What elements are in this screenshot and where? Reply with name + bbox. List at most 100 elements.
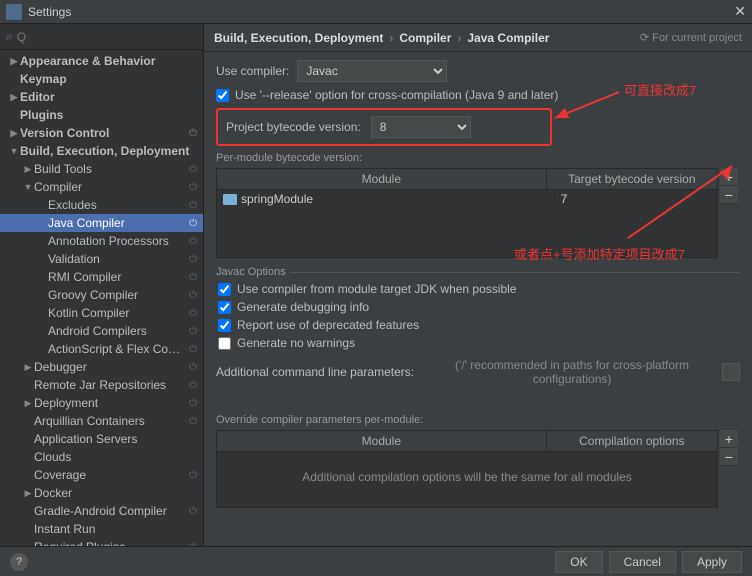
- tree-node[interactable]: ActionScript & Flex Compiler⏻: [0, 340, 203, 358]
- tree-node-label: Plugins: [20, 108, 197, 122]
- override-label: Override compiler parameters per-module:: [216, 414, 740, 426]
- breadcrumb-b[interactable]: Compiler: [399, 31, 451, 45]
- per-module-grid[interactable]: Module Target bytecode version springMod…: [216, 168, 718, 258]
- tree-node[interactable]: Android Compilers⏻: [0, 322, 203, 340]
- project-scope-icon: ⏻: [189, 398, 197, 409]
- cancel-button[interactable]: Cancel: [609, 551, 676, 573]
- settings-tree[interactable]: ▶Appearance & BehaviorKeymap▶EditorPlugi…: [0, 50, 203, 546]
- remove-module-button[interactable]: −: [720, 186, 738, 204]
- search-input[interactable]: ⌕ Q: [0, 24, 203, 50]
- project-scope-icon: ⏻: [189, 416, 197, 427]
- chevron-right-icon: ›: [389, 31, 393, 45]
- tree-node[interactable]: Validation⏻: [0, 250, 203, 268]
- cmdline-label: Additional command line parameters:: [216, 365, 414, 379]
- tree-node[interactable]: Instant Run: [0, 520, 203, 538]
- tree-node[interactable]: ▶Build Tools⏻: [0, 160, 203, 178]
- tree-node-label: Remote Jar Repositories: [34, 378, 189, 392]
- gen-debug-label: Generate debugging info: [237, 300, 369, 314]
- folder-icon: [223, 194, 237, 205]
- tree-node-label: Appearance & Behavior: [20, 54, 197, 68]
- main-panel: Build, Execution, Deployment › Compiler …: [204, 24, 752, 546]
- module-row[interactable]: springModule 7: [217, 190, 717, 208]
- tree-node[interactable]: Java Compiler⏻: [0, 214, 203, 232]
- tree-arrow-icon: ▶: [8, 92, 20, 103]
- release-option-label: Use '--release' option for cross-compila…: [235, 88, 558, 102]
- project-scope-icon: ⏻: [189, 326, 197, 337]
- no-warnings-checkbox[interactable]: [218, 337, 231, 350]
- tree-node[interactable]: ▶Docker: [0, 484, 203, 502]
- use-module-jdk-checkbox[interactable]: [218, 283, 231, 296]
- tree-node[interactable]: Plugins: [0, 106, 203, 124]
- project-scope-icon: ⏻: [189, 200, 197, 211]
- project-scope-icon: ⏻: [189, 272, 197, 283]
- tree-node-label: Docker: [34, 486, 197, 500]
- override-grid[interactable]: Module Compilation options Additional co…: [216, 430, 718, 508]
- tree-node[interactable]: Application Servers: [0, 430, 203, 448]
- chevron-right-icon: ›: [457, 31, 461, 45]
- module-column-header: Module: [217, 169, 547, 189]
- ok-button[interactable]: OK: [555, 551, 602, 573]
- tree-node-label: Application Servers: [34, 432, 197, 446]
- per-module-label: Per-module bytecode version:: [216, 152, 740, 164]
- tree-node[interactable]: Clouds: [0, 448, 203, 466]
- javac-options-group: Javac Options Use compiler from module t…: [216, 266, 740, 386]
- target-column-header: Target bytecode version: [547, 169, 717, 189]
- search-placeholder: Q: [17, 30, 26, 44]
- add-module-button[interactable]: +: [720, 168, 738, 186]
- tree-node[interactable]: Groovy Compiler⏻: [0, 286, 203, 304]
- gen-debug-checkbox[interactable]: [218, 301, 231, 314]
- tree-node-label: Android Compilers: [48, 324, 189, 338]
- javac-options-legend: Javac Options: [212, 266, 290, 278]
- tree-node[interactable]: Coverage⏻: [0, 466, 203, 484]
- module-target[interactable]: 7: [554, 192, 717, 206]
- tree-arrow-icon: ▼: [8, 146, 20, 156]
- override-remove-button[interactable]: −: [720, 448, 738, 466]
- tree-node-label: Clouds: [34, 450, 197, 464]
- tree-node-label: Build, Execution, Deployment: [20, 144, 197, 158]
- apply-button[interactable]: Apply: [682, 551, 742, 573]
- tree-node[interactable]: ▶Debugger⏻: [0, 358, 203, 376]
- tree-node-label: Gradle-Android Compiler: [34, 504, 189, 518]
- tree-node[interactable]: ▶Editor: [0, 88, 203, 106]
- tree-node[interactable]: Required Plugins⏻: [0, 538, 203, 546]
- tree-node-label: Build Tools: [34, 162, 189, 176]
- project-scope-icon: ⏻: [189, 182, 197, 193]
- tree-node[interactable]: Excludes⏻: [0, 196, 203, 214]
- tree-node-label: Keymap: [20, 72, 197, 86]
- tree-node[interactable]: ▼Compiler⏻: [0, 178, 203, 196]
- expand-cmdline-button[interactable]: [722, 363, 740, 381]
- project-scope-icon: ⏻: [189, 254, 197, 265]
- breadcrumb-a[interactable]: Build, Execution, Deployment: [214, 31, 383, 45]
- tree-node[interactable]: Annotation Processors⏻: [0, 232, 203, 250]
- project-bytecode-highlight: Project bytecode version: 8: [216, 108, 552, 146]
- tree-node-label: Coverage: [34, 468, 189, 482]
- tree-node-label: Version Control: [20, 126, 189, 140]
- tree-node[interactable]: ▼Build, Execution, Deployment: [0, 142, 203, 160]
- tree-node[interactable]: Gradle-Android Compiler⏻: [0, 502, 203, 520]
- report-deprecated-label: Report use of deprecated features: [237, 318, 419, 332]
- help-button[interactable]: ?: [10, 553, 28, 571]
- tree-node-label: ActionScript & Flex Compiler: [48, 342, 189, 356]
- tree-node[interactable]: Arquillian Containers⏻: [0, 412, 203, 430]
- use-compiler-select[interactable]: Javac: [297, 60, 447, 82]
- report-deprecated-checkbox[interactable]: [218, 319, 231, 332]
- tree-node[interactable]: Kotlin Compiler⏻: [0, 304, 203, 322]
- tree-node-label: Excludes: [48, 198, 189, 212]
- project-bytecode-label: Project bytecode version:: [226, 120, 361, 134]
- tree-node-label: Annotation Processors: [48, 234, 189, 248]
- tree-node[interactable]: ▶Deployment⏻: [0, 394, 203, 412]
- tree-arrow-icon: ▼: [22, 182, 34, 192]
- project-scope-icon: ⏻: [189, 236, 197, 247]
- override-add-button[interactable]: +: [720, 430, 738, 448]
- tree-node-label: Deployment: [34, 396, 189, 410]
- tree-node[interactable]: Keymap: [0, 70, 203, 88]
- project-bytecode-select[interactable]: 8: [371, 116, 471, 138]
- tree-node[interactable]: RMI Compiler⏻: [0, 268, 203, 286]
- project-scope-icon: ⏻: [189, 470, 197, 481]
- tree-node[interactable]: Remote Jar Repositories⏻: [0, 376, 203, 394]
- release-option-checkbox[interactable]: [216, 89, 229, 102]
- close-icon[interactable]: ✕: [734, 3, 746, 20]
- tree-node[interactable]: ▶Appearance & Behavior: [0, 52, 203, 70]
- tree-node-label: Debugger: [34, 360, 189, 374]
- tree-node[interactable]: ▶Version Control⏻: [0, 124, 203, 142]
